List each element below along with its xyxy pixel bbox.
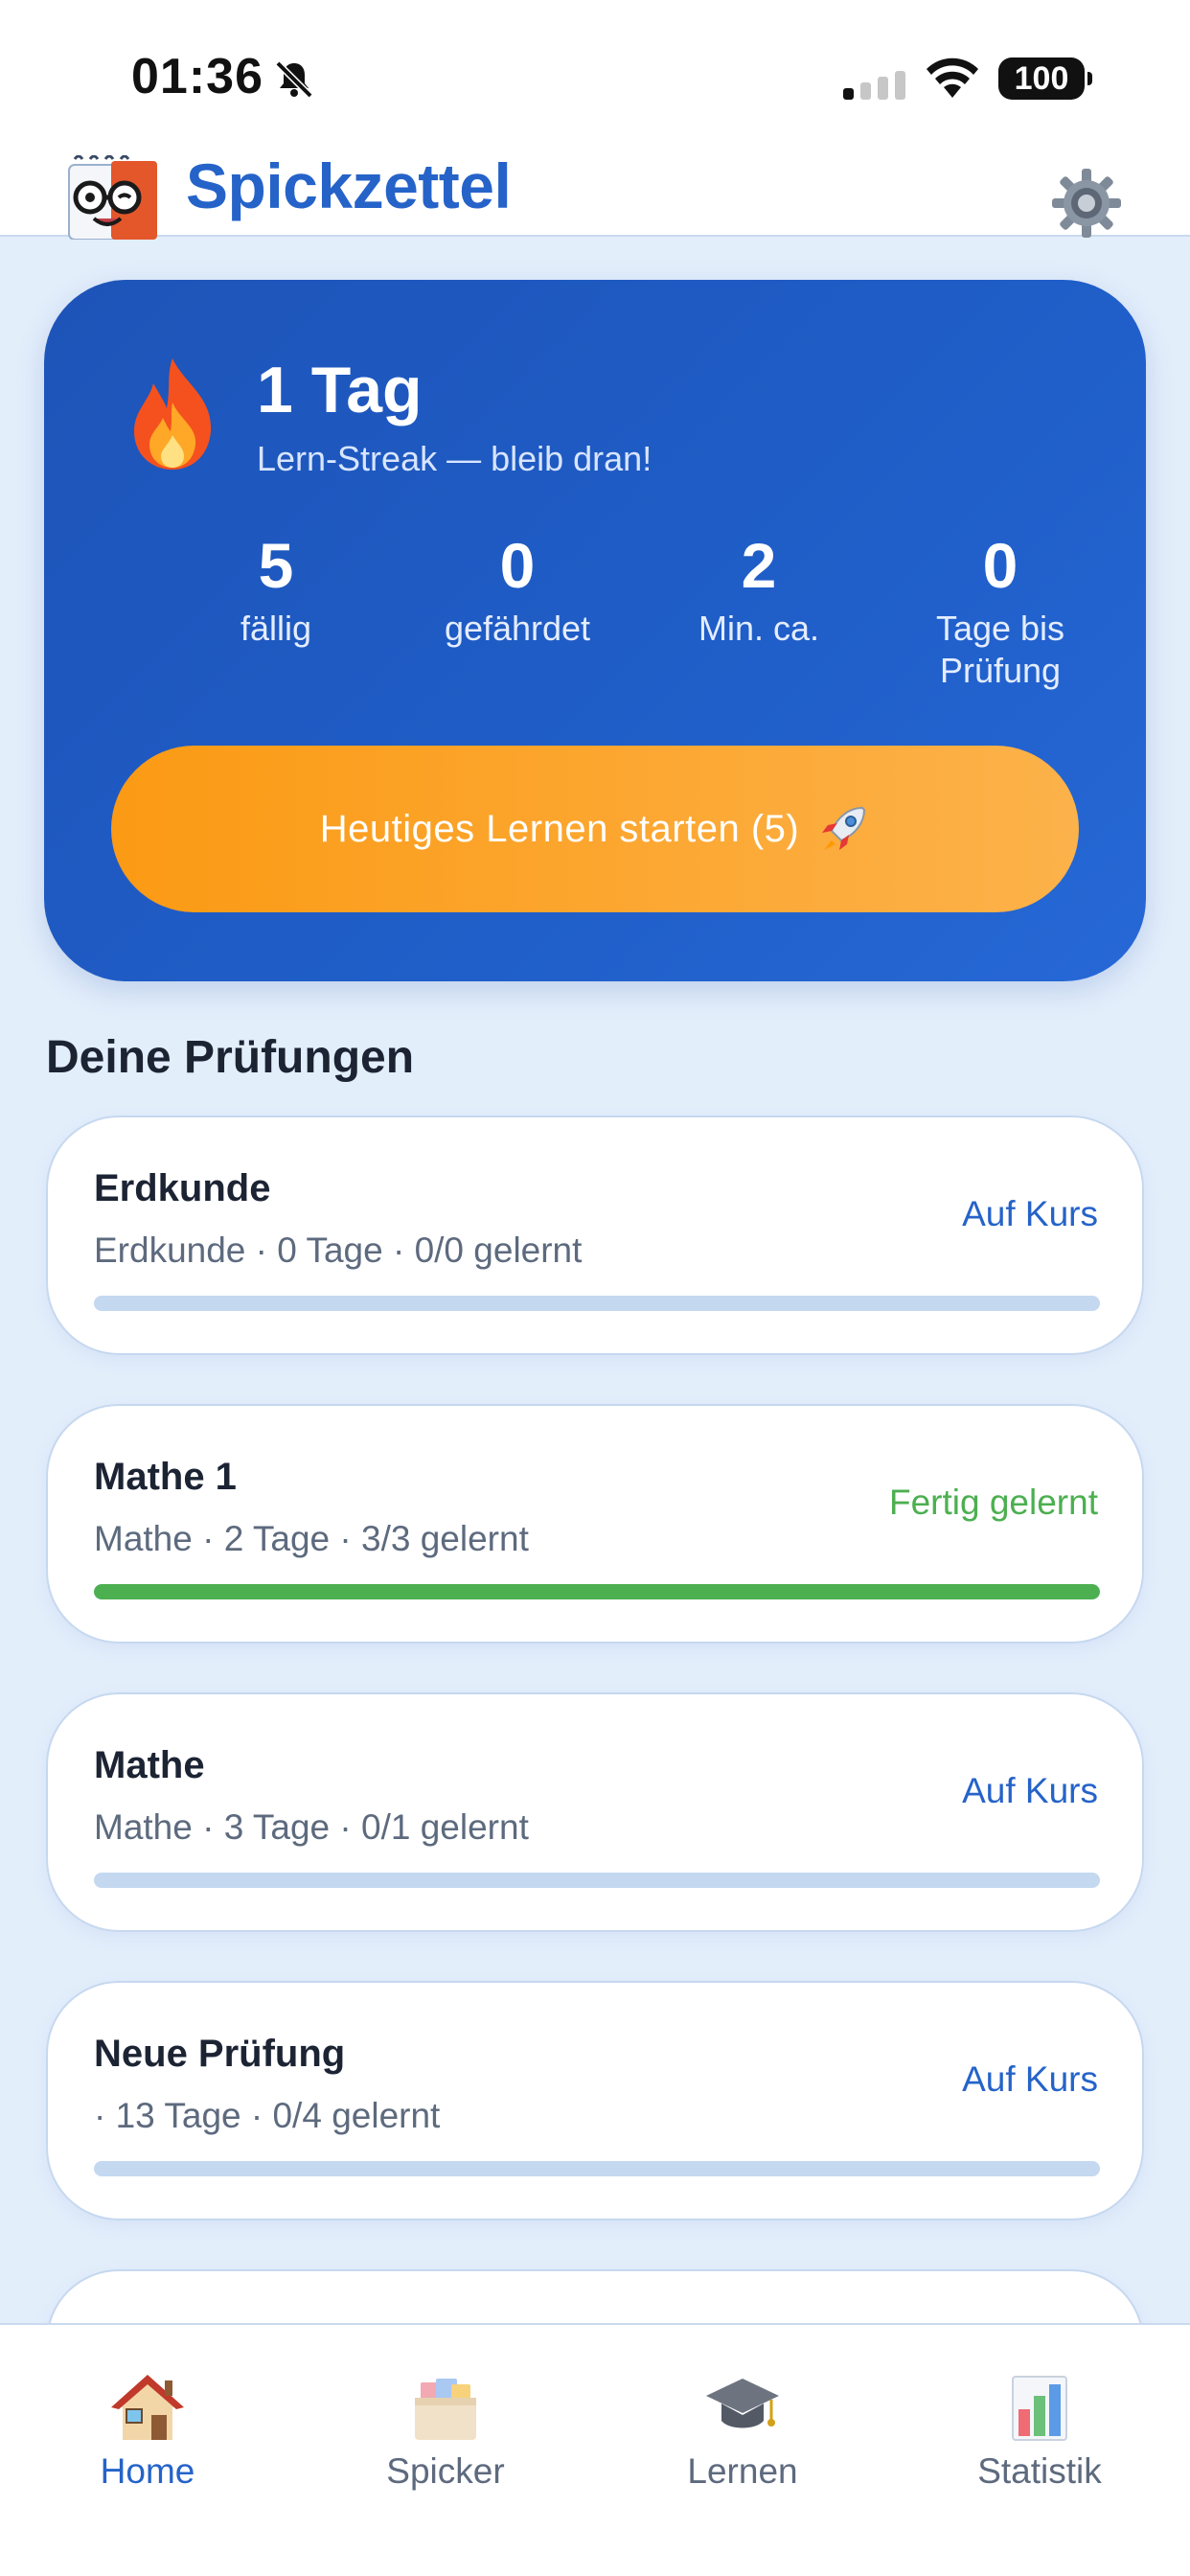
- start-learning-label: Heutiges Lernen starten (5): [319, 807, 800, 850]
- stat-due: 5 fällig: [155, 529, 397, 650]
- bottom-tab-bar: Home Spicker Lernen Statistik: [0, 2323, 1190, 2576]
- exam-meta: · 13 Tage · 0/4 gelernt: [94, 2096, 441, 2135]
- rocket-icon: [822, 806, 866, 850]
- stat-minutes: 2 Min. ca.: [638, 529, 880, 650]
- exam-name: Mathe 1: [94, 1456, 237, 1498]
- exam-status: Auf Kurs: [962, 2059, 1098, 2099]
- cellular-signal-icon: [843, 71, 905, 100]
- status-time: 01:36: [131, 49, 263, 104]
- progress-fill: [94, 1584, 1100, 1599]
- stat-value: 0: [982, 530, 1018, 601]
- exam-meta: Mathe · 2 Tage · 3/3 gelernt: [94, 1519, 529, 1558]
- exam-status: Fertig gelernt: [889, 1483, 1098, 1522]
- stat-label: gefährdet: [444, 609, 591, 648]
- stat-days-until-exam: 0 Tage bis Prüfung: [880, 529, 1121, 692]
- progress-bar: [94, 1873, 1100, 1888]
- stat-label: Tage bis Prüfung: [935, 609, 1065, 690]
- wifi-icon: [927, 58, 978, 98]
- top-area: 01:36 100 Spickzettel: [0, 0, 1190, 240]
- status-bar: 01:36 100: [0, 0, 1190, 144]
- progress-bar: [94, 2161, 1100, 2176]
- stat-at-risk: 0 gefährdet: [397, 529, 638, 650]
- stat-value: 5: [258, 530, 294, 601]
- stat-value: 2: [741, 530, 777, 601]
- battery-indicator: 100: [998, 58, 1092, 100]
- exam-meta: Mathe · 3 Tage · 0/1 gelernt: [94, 1807, 529, 1847]
- exam-name: Mathe: [94, 1744, 205, 1786]
- section-title-exams: Deine Prüfungen: [46, 1032, 415, 1083]
- tab-label: Home: [100, 2451, 195, 2491]
- start-learning-button[interactable]: Heutiges Lernen starten (5): [111, 746, 1079, 912]
- exam-card[interactable]: Neue Prüfung · 13 Tage · 0/4 gelernt Auf…: [46, 1981, 1144, 2220]
- tab-label: Spicker: [386, 2451, 505, 2491]
- streak-subtitle: Lern-Streak — bleib dran!: [257, 439, 652, 478]
- battery-level: 100: [1014, 59, 1069, 97]
- tab-home[interactable]: Home: [33, 2371, 263, 2492]
- bell-muted-icon: [275, 60, 313, 99]
- app-header: Spickzettel: [0, 144, 1190, 240]
- bar-chart-icon: [1012, 2376, 1067, 2441]
- tab-statistik[interactable]: Statistik: [925, 2371, 1155, 2492]
- tab-spicker[interactable]: Spicker: [331, 2371, 561, 2492]
- progress-bar: [94, 1584, 1100, 1599]
- exam-name: Erdkunde: [94, 1167, 271, 1209]
- house-icon: [111, 2375, 184, 2440]
- app-title: Spickzettel: [186, 150, 512, 221]
- card-box-icon: [415, 2379, 476, 2440]
- progress-bar: [94, 1296, 1100, 1311]
- tab-lernen[interactable]: Lernen: [628, 2371, 858, 2492]
- tab-label: Lernen: [687, 2451, 798, 2491]
- exam-card[interactable]: Erdkunde Erdkunde · 0 Tage · 0/0 gelernt…: [46, 1116, 1144, 1355]
- notepad-mascot-logo-icon: [68, 155, 157, 240]
- exam-status: Auf Kurs: [962, 1771, 1098, 1810]
- graduation-cap-icon: [706, 2379, 779, 2428]
- exam-name: Neue Prüfung: [94, 2033, 346, 2075]
- exam-status: Auf Kurs: [962, 1194, 1098, 1233]
- stats-row: 5 fällig 0 gefährdet 2 Min. ca. 0 Tage b…: [44, 529, 1146, 721]
- exam-card[interactable]: Mathe Mathe · 3 Tage · 0/1 gelernt Auf K…: [46, 1692, 1144, 1932]
- tab-label: Statistik: [977, 2451, 1102, 2491]
- fire-icon: [134, 358, 212, 470]
- stat-label: Min. ca.: [698, 609, 820, 648]
- streak-title: 1 Tag: [257, 354, 423, 426]
- exam-card[interactable]: Mathe 1 Mathe · 2 Tage · 3/3 gelernt Fer…: [46, 1404, 1144, 1644]
- settings-gear-icon[interactable]: [1050, 167, 1123, 240]
- exam-meta: Erdkunde · 0 Tage · 0/0 gelernt: [94, 1230, 583, 1270]
- stat-value: 0: [499, 530, 536, 601]
- streak-card: 1 Tag Lern-Streak — bleib dran! 5 fällig…: [44, 280, 1146, 981]
- stat-label: fällig: [240, 609, 312, 648]
